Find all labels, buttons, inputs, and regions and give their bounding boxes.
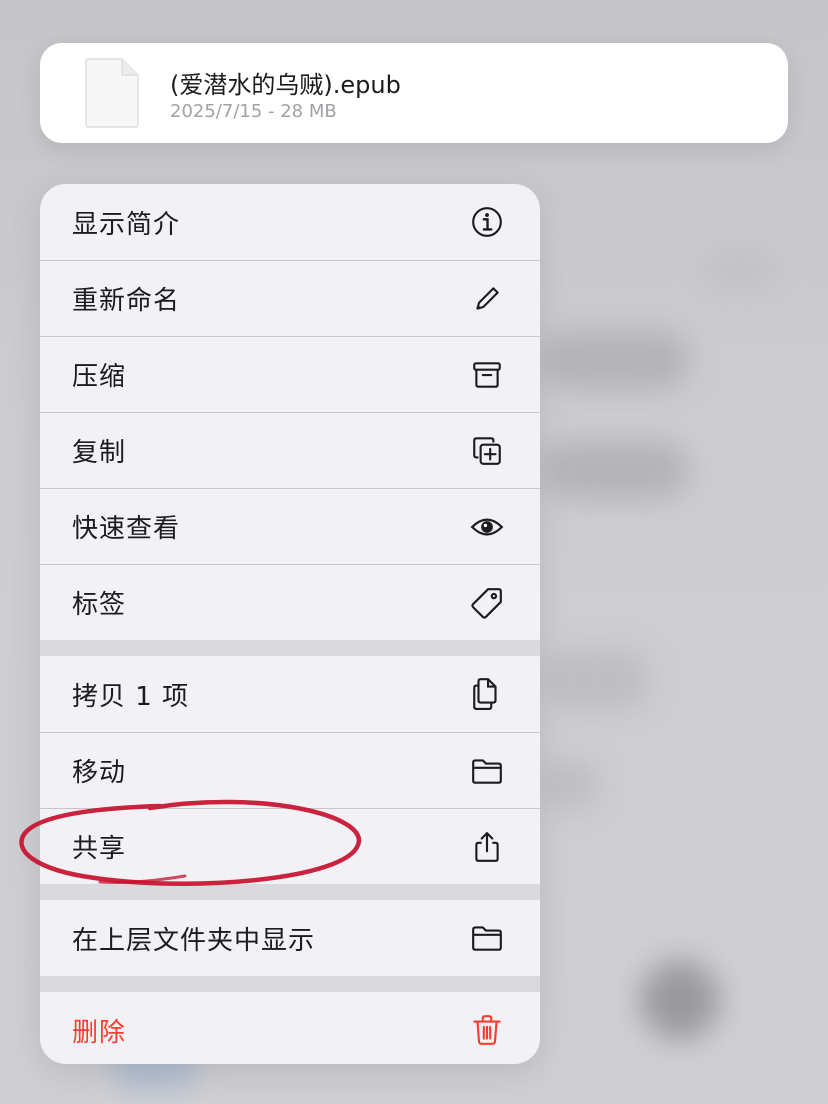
pencil-icon: [468, 280, 506, 318]
trash-icon: [468, 1011, 506, 1049]
menu-group-location: 在上层文件夹中显示: [40, 900, 540, 976]
menu-group-file-ops: 拷贝 1 项 移动 共享: [40, 656, 540, 884]
copy-doc-icon: [468, 675, 506, 713]
eye-icon: [468, 508, 506, 546]
tag-icon: [468, 584, 506, 622]
menu-group-destructive: 删除: [40, 992, 540, 1064]
menu-item-label: 拷贝 1 项: [72, 681, 190, 712]
menu-item-quick-look[interactable]: 快速查看: [40, 488, 540, 564]
document-icon: [85, 58, 139, 128]
duplicate-icon: [468, 432, 506, 470]
folder-icon: [468, 752, 506, 790]
menu-item-share[interactable]: 共享: [40, 808, 540, 884]
menu-item-label: 在上层文件夹中显示: [72, 925, 316, 956]
folder-icon: [468, 919, 506, 957]
menu-item-get-info[interactable]: 显示简介: [40, 184, 540, 260]
menu-item-label: 移动: [72, 758, 127, 788]
menu-item-delete[interactable]: 删除: [40, 992, 540, 1064]
info-icon: [468, 203, 506, 241]
menu-item-tags[interactable]: 标签: [40, 564, 540, 640]
menu-item-move[interactable]: 移动: [40, 732, 540, 808]
context-menu: 显示简介 重新命名 压缩 复制 快速查看 标签 拷贝 1 项 移动 共享 在上层…: [40, 184, 540, 1064]
file-name: (爱潜水的乌贼).epub: [170, 71, 401, 99]
menu-item-compress[interactable]: 压缩: [40, 336, 540, 412]
menu-item-label: 压缩: [72, 362, 127, 392]
menu-item-label: 快速查看: [72, 514, 181, 544]
share-icon: [468, 828, 506, 866]
menu-group-separator: [40, 640, 540, 656]
file-metadata: 2025/7/15 - 28 MB: [170, 101, 337, 122]
archive-box-icon: [468, 356, 506, 394]
menu-group-separator: [40, 976, 540, 992]
menu-item-label: 重新命名: [72, 286, 181, 316]
menu-item-label: 共享: [72, 834, 127, 864]
menu-item-label: 显示简介: [72, 209, 181, 240]
menu-group-separator: [40, 884, 540, 900]
menu-item-label: 复制: [72, 438, 127, 468]
menu-item-copy[interactable]: 拷贝 1 项: [40, 656, 540, 732]
menu-item-label: 删除: [72, 1017, 127, 1048]
menu-group-actions: 显示简介 重新命名 压缩 复制 快速查看 标签: [40, 184, 540, 640]
menu-item-duplicate[interactable]: 复制: [40, 412, 540, 488]
menu-item-show-in-enclosing-folder[interactable]: 在上层文件夹中显示: [40, 900, 540, 976]
menu-item-label: 标签: [72, 590, 127, 620]
file-preview-card[interactable]: (爱潜水的乌贼).epub 2025/7/15 - 28 MB: [40, 43, 788, 143]
menu-item-rename[interactable]: 重新命名: [40, 260, 540, 336]
